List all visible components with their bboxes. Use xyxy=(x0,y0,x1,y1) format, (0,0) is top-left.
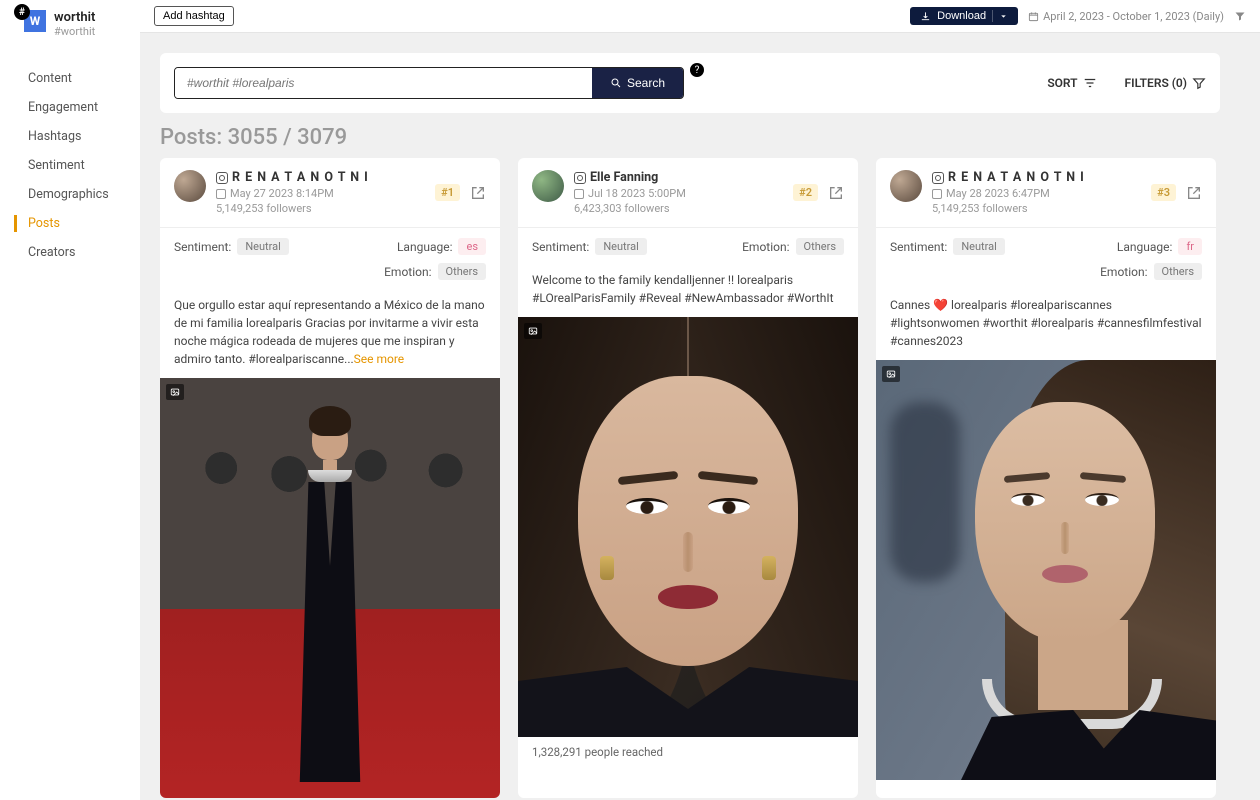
post-handle[interactable]: Elle Fanning xyxy=(590,170,658,185)
external-link-icon[interactable] xyxy=(470,185,486,201)
instagram-icon xyxy=(574,172,586,184)
caret-down-icon xyxy=(999,12,1008,21)
topbar: Add hashtag Download April 2, 2023 - Oct… xyxy=(140,0,1260,33)
post-card: R E N A T A N O T N I May 28 2023 6:47PM… xyxy=(876,158,1216,798)
calendar-icon xyxy=(574,189,584,199)
post-card: Elle Fanning Jul 18 2023 5:00PM 6,423,30… xyxy=(518,158,858,798)
download-button[interactable]: Download xyxy=(910,7,1018,25)
post-followers: 5,149,253 followers xyxy=(932,202,1141,215)
image-type-icon xyxy=(166,384,184,400)
main: Add hashtag Download April 2, 2023 - Oct… xyxy=(140,0,1260,800)
post-body: Welcome to the family kendalljenner !! l… xyxy=(518,265,858,317)
avatar[interactable] xyxy=(174,170,206,202)
calendar-icon xyxy=(216,189,226,199)
search-panel: Search ? SORT FILTERS (0) xyxy=(160,53,1220,113)
sentiment-value: Neutral xyxy=(237,238,289,255)
image-type-icon xyxy=(524,323,542,339)
posts-grid: R E N A T A N O T N I May 27 2023 8:14PM… xyxy=(140,158,1260,800)
sentiment-label: Sentiment: xyxy=(532,240,589,254)
sentiment-value: Neutral xyxy=(595,238,647,255)
emotion-label: Emotion: xyxy=(742,240,789,254)
post-rank: #1 xyxy=(435,184,460,201)
emotion-label: Emotion: xyxy=(384,265,431,279)
sort-label: SORT xyxy=(1047,76,1077,90)
avatar[interactable] xyxy=(532,170,564,202)
nav-content[interactable]: Content xyxy=(0,64,140,93)
search-icon xyxy=(610,77,622,89)
language-value: fr xyxy=(1178,238,1202,255)
post-body: Cannes ❤️ lorealparis #lorealpariscannes… xyxy=(876,290,1216,360)
instagram-icon xyxy=(216,172,228,184)
calendar-icon xyxy=(932,189,942,199)
post-handle[interactable]: R E N A T A N O T N I xyxy=(948,170,1085,185)
post-followers: 5,149,253 followers xyxy=(216,202,425,215)
date-range-label: April 2, 2023 - October 1, 2023 (Daily) xyxy=(1043,10,1224,23)
posts-header: Posts: 3055 / 3079 xyxy=(160,125,1240,150)
sort-icon xyxy=(1083,76,1097,90)
external-link-icon[interactable] xyxy=(828,185,844,201)
nav-sentiment[interactable]: Sentiment xyxy=(0,151,140,180)
language-label: Language: xyxy=(1117,240,1173,254)
nav-hashtags[interactable]: Hashtags xyxy=(0,122,140,151)
emotion-value: Others xyxy=(796,238,844,255)
sentiment-label: Sentiment: xyxy=(890,240,947,254)
brand: # W worthit #worthit xyxy=(0,6,140,54)
nav-creators[interactable]: Creators xyxy=(0,238,140,267)
post-image[interactable] xyxy=(160,378,500,798)
post-image[interactable] xyxy=(876,360,1216,780)
instagram-icon xyxy=(932,172,944,184)
nav-engagement[interactable]: Engagement xyxy=(0,93,140,122)
brand-tag: #worthit xyxy=(54,25,95,38)
post-handle[interactable]: R E N A T A N O T N I xyxy=(232,170,369,185)
post-rank: #2 xyxy=(793,184,818,201)
external-link-icon[interactable] xyxy=(1186,185,1202,201)
see-more-link[interactable]: See more xyxy=(354,352,405,366)
hash-icon: # xyxy=(14,4,30,20)
download-icon xyxy=(920,11,931,22)
filters-label: FILTERS (0) xyxy=(1125,76,1187,90)
language-label: Language: xyxy=(397,240,453,254)
sidebar: # W worthit #worthit Content Engagement … xyxy=(0,0,140,800)
search-input[interactable] xyxy=(175,68,592,98)
download-label: Download xyxy=(937,10,986,22)
help-icon[interactable]: ? xyxy=(690,63,704,77)
search-button[interactable]: Search xyxy=(592,68,683,98)
post-date: May 27 2023 8:14PM xyxy=(230,187,334,200)
post-image[interactable] xyxy=(518,317,858,737)
emotion-value: Others xyxy=(438,263,486,280)
nav-posts[interactable]: Posts xyxy=(0,209,140,238)
post-followers: 6,423,303 followers xyxy=(574,202,783,215)
filters-button[interactable]: FILTERS (0) xyxy=(1125,76,1206,90)
emotion-value: Others xyxy=(1154,263,1202,280)
post-body: Que orgullo estar aquí representando a M… xyxy=(160,290,500,378)
post-rank: #3 xyxy=(1151,184,1176,201)
calendar-icon xyxy=(1028,11,1039,22)
post-card: R E N A T A N O T N I May 27 2023 8:14PM… xyxy=(160,158,500,798)
brand-name: worthit xyxy=(54,10,95,25)
emotion-label: Emotion: xyxy=(1100,265,1147,279)
post-reach: 1,328,291 people reached xyxy=(518,737,858,767)
search-box: Search xyxy=(174,67,684,99)
search-button-label: Search xyxy=(627,76,665,90)
nav-demographics[interactable]: Demographics xyxy=(0,180,140,209)
funnel-icon[interactable] xyxy=(1234,10,1246,22)
add-hashtag-button[interactable]: Add hashtag xyxy=(154,6,234,26)
post-date: Jul 18 2023 5:00PM xyxy=(588,187,686,200)
sentiment-value: Neutral xyxy=(953,238,1005,255)
avatar[interactable] xyxy=(890,170,922,202)
sidebar-nav: Content Engagement Hashtags Sentiment De… xyxy=(0,54,140,267)
filter-icon xyxy=(1192,76,1206,90)
date-range[interactable]: April 2, 2023 - October 1, 2023 (Daily) xyxy=(1028,10,1224,23)
sort-button[interactable]: SORT xyxy=(1047,76,1096,90)
post-date: May 28 2023 6:47PM xyxy=(946,187,1050,200)
image-type-icon xyxy=(882,366,900,382)
sentiment-label: Sentiment: xyxy=(174,240,231,254)
language-value: es xyxy=(458,238,486,255)
